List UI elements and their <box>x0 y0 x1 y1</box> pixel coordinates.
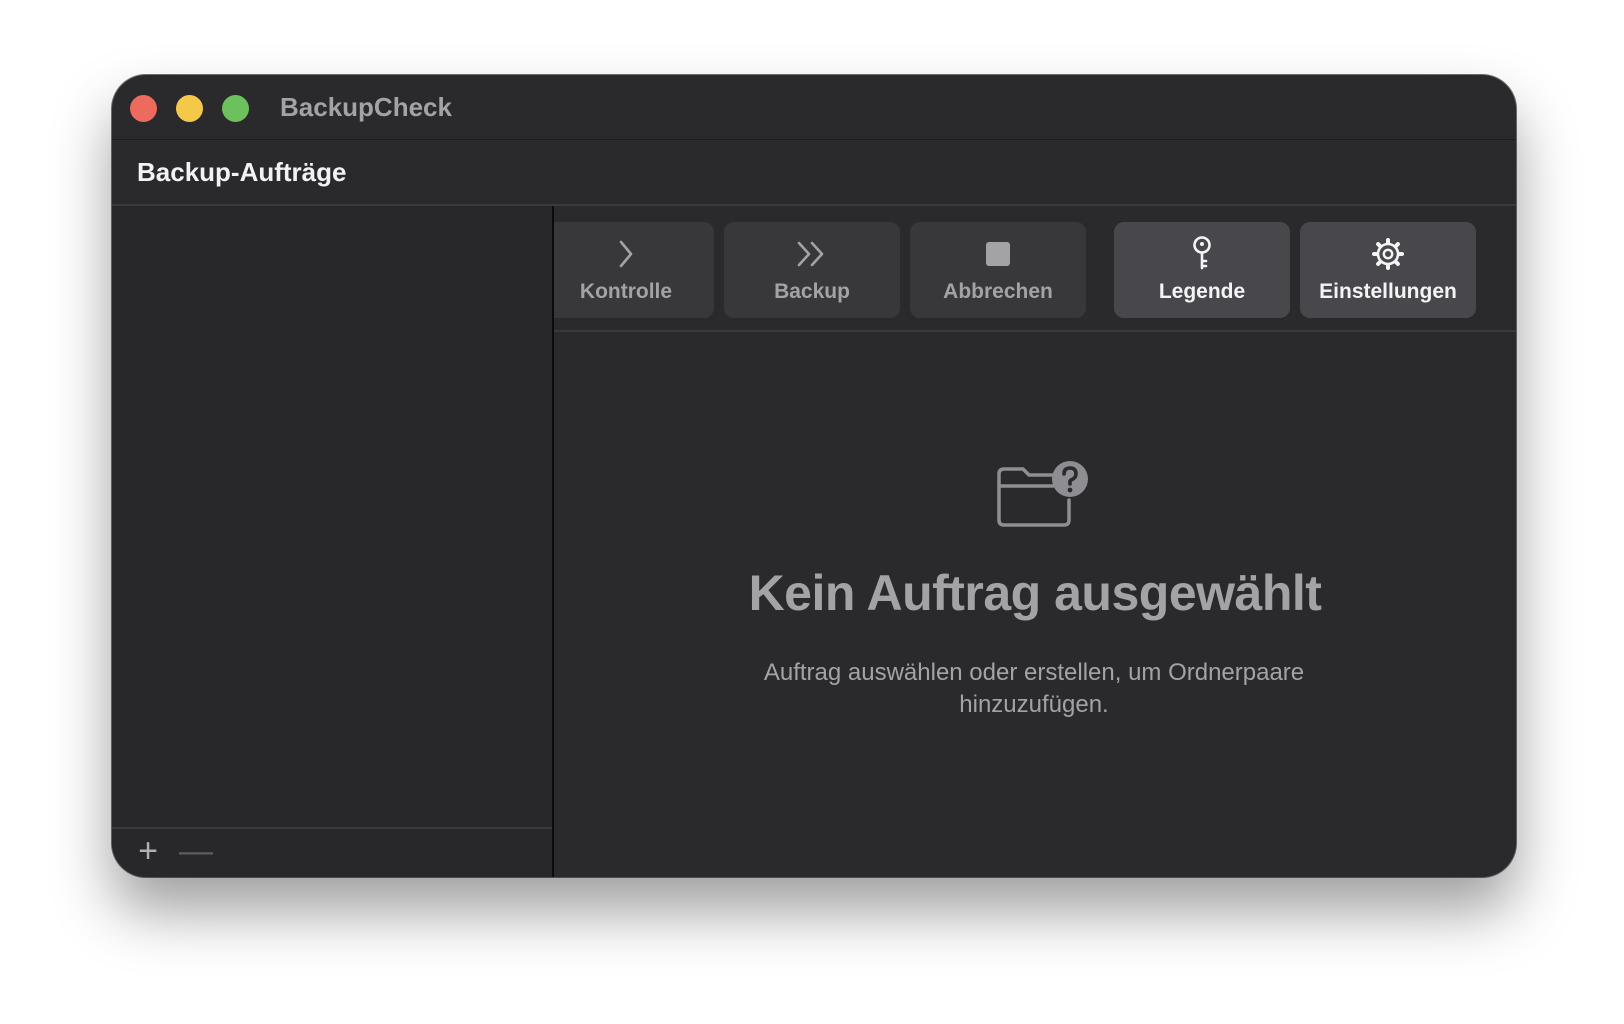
sidebar: + — <box>112 206 554 877</box>
double-chevron-right-icon <box>724 236 900 272</box>
backup-button[interactable]: Backup <box>724 222 900 318</box>
legend-button-label: Legende <box>1158 280 1246 303</box>
sidebar-title: Backup-Aufträge <box>137 157 347 187</box>
settings-button-label: Einstellungen <box>1319 280 1457 303</box>
app-window: BackupCheck Backup-Aufträge + — Kontroll… <box>112 75 1516 877</box>
check-button-label: Kontrolle <box>579 280 673 303</box>
backup-button-label: Backup <box>774 280 850 303</box>
close-window-button[interactable] <box>130 95 157 122</box>
title-bar: BackupCheck <box>112 75 1516 140</box>
cancel-button-label: Abbrechen <box>943 280 1053 303</box>
minimize-window-button[interactable] <box>176 95 203 122</box>
settings-button[interactable]: Einstellungen <box>1300 222 1476 318</box>
key-icon <box>1114 236 1290 272</box>
check-button[interactable]: Kontrolle <box>554 222 714 318</box>
cancel-button[interactable]: Abbrechen <box>910 222 1086 318</box>
detail-pane: Kein Auftrag ausgewählt Auftrag auswähle… <box>554 332 1516 877</box>
empty-state-subtitle: Auftrag auswählen oder erstellen, um Ord… <box>763 659 1305 718</box>
add-job-button[interactable]: + <box>130 833 166 869</box>
legend-button[interactable]: Legende <box>1114 222 1290 318</box>
chevron-right-icon <box>554 236 714 272</box>
stop-square-icon <box>910 236 1086 272</box>
maximize-window-button[interactable] <box>222 95 249 122</box>
gear-icon <box>1300 236 1476 272</box>
toolbar: Kontrolle Backup Abbrechen Legende Einst… <box>554 206 1516 332</box>
empty-state-title: Kein Auftrag ausgewählt <box>748 565 1322 621</box>
sidebar-header: Backup-Aufträge <box>112 140 1516 206</box>
remove-job-button[interactable]: — <box>178 833 214 869</box>
sidebar-footer: + — <box>112 827 552 877</box>
folder-question-icon <box>991 460 1091 532</box>
app-title: BackupCheck <box>280 92 452 122</box>
